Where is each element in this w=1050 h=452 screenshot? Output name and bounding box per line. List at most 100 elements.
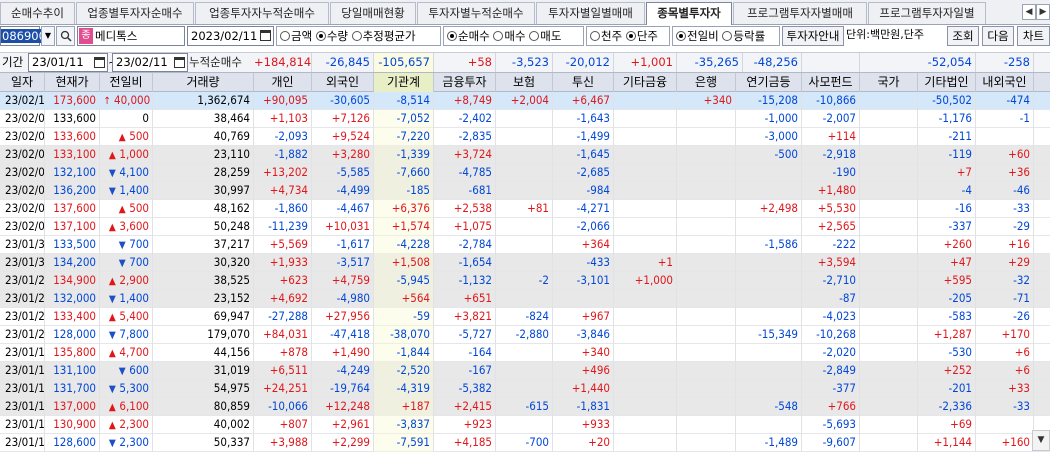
period-from-input[interactable]: 23/01/11 bbox=[28, 53, 108, 72]
cell-other-corp: -205 bbox=[918, 290, 976, 308]
header-foreign[interactable]: 외국인 bbox=[312, 73, 374, 92]
cum-other-finance: +1,001 bbox=[614, 53, 677, 73]
header-other-corp[interactable]: 기타법인 bbox=[918, 73, 976, 92]
arrow-down-icon: ▼ bbox=[118, 240, 126, 251]
tab-daily-trading[interactable]: 당일매매현황 bbox=[330, 2, 416, 24]
header-volume[interactable]: 거래량 bbox=[153, 73, 254, 92]
tab-next-icon[interactable]: ▶ bbox=[1036, 4, 1050, 20]
chart-button[interactable]: 차트 bbox=[1017, 26, 1050, 46]
header-pension[interactable]: 연기금등 bbox=[736, 73, 802, 92]
tab-investor-cumulative[interactable]: 투자자별누적순매수 bbox=[417, 2, 535, 24]
table-row[interactable]: 23/01/18131,100▼60031,019+6,511-4,249-2,… bbox=[0, 362, 1050, 380]
radio-amount[interactable]: 금액 bbox=[280, 29, 312, 43]
table-row[interactable]: 23/01/13130,900▲2,30040,002+807+2,961-3,… bbox=[0, 416, 1050, 434]
unit-radio-group: 금액 수량 추정평균가 bbox=[276, 26, 441, 46]
cell-volume: 23,110 bbox=[153, 146, 254, 164]
cell-current-price: 173,600 bbox=[45, 92, 100, 110]
header-financial-investment[interactable]: 금융투자 bbox=[434, 73, 496, 92]
cell-date: 23/01/18 bbox=[0, 362, 45, 380]
table-row[interactable]: 23/02/02137,600▲50048,162-1,860-4,467+6,… bbox=[0, 200, 1050, 218]
period-to-input[interactable]: 23/02/11 bbox=[112, 53, 188, 72]
tab-industry-investor-net-buy[interactable]: 업종별투자자순매수 bbox=[76, 2, 194, 24]
tab-net-buy-trend[interactable]: 순매수추이 bbox=[0, 2, 75, 24]
cell-current-price: 137,100 bbox=[45, 218, 100, 236]
search-icon[interactable] bbox=[56, 26, 75, 46]
header-nation[interactable]: 국가 bbox=[860, 73, 918, 92]
investor-guide-button[interactable]: 투자자안내 bbox=[782, 26, 844, 46]
header-individual[interactable]: 개인 bbox=[254, 73, 312, 92]
header-date[interactable]: 일자 bbox=[0, 73, 45, 92]
tab-program-investor-daily[interactable]: 프로그램투자자일별 bbox=[868, 2, 986, 24]
tab-stock-investor[interactable]: 종목별투자자 bbox=[646, 2, 732, 25]
radio-single-shares[interactable]: 단주 bbox=[625, 29, 658, 43]
radio-avg-price[interactable]: 추정평균가 bbox=[351, 29, 416, 43]
table-row[interactable]: 23/02/09133,600 0 38,464+1,103+7,126-7,052… bbox=[0, 110, 1050, 128]
cell-other-corp: +1,287 bbox=[918, 326, 976, 344]
tab-investor-daily[interactable]: 투자자별일별매매 bbox=[536, 2, 645, 24]
header-private-fund[interactable]: 사모펀드 bbox=[802, 73, 860, 92]
stock-code-input[interactable]: 086900 bbox=[0, 26, 47, 46]
radio-prev-diff[interactable]: 전일비 bbox=[676, 29, 719, 43]
cell-nation bbox=[860, 434, 918, 452]
table-row[interactable]: 23/01/20128,000▼7,800179,070+84,031-47,4… bbox=[0, 326, 1050, 344]
tab-prev-icon[interactable]: ◀ bbox=[1022, 4, 1036, 20]
tab-program-investor-trading[interactable]: 프로그램투자자별매매 bbox=[733, 2, 867, 24]
table-row[interactable]: 23/02/01137,100▲3,60050,248-11,239+10,03… bbox=[0, 218, 1050, 236]
calendar-icon[interactable] bbox=[174, 57, 185, 68]
radio-thousand-shares[interactable]: 천주 bbox=[590, 29, 622, 43]
radio-quantity[interactable]: 수량 bbox=[315, 29, 348, 43]
search-button[interactable]: 조회 bbox=[947, 26, 979, 46]
cell-other-corp: +595 bbox=[918, 272, 976, 290]
table-row[interactable]: 23/02/10173,600↑40,0001,362,674+90,095-3… bbox=[0, 92, 1050, 110]
table-row[interactable]: 23/01/16137,000▲6,10080,859-10,066+12,24… bbox=[0, 398, 1050, 416]
change-value: 0 bbox=[142, 111, 149, 125]
cell-private-fund: -2,849 bbox=[802, 362, 860, 380]
cell-bank: +340 bbox=[677, 92, 736, 110]
radio-net-buy[interactable]: 순매수 bbox=[447, 29, 490, 43]
arrow-up-icon: ▲ bbox=[108, 150, 116, 161]
scroll-down-icon[interactable]: ▼ bbox=[1032, 430, 1050, 451]
table-row[interactable]: 23/02/06132,100▼4,10028,259+13,202-5,585… bbox=[0, 164, 1050, 182]
cell-current-price: 130,900 bbox=[45, 416, 100, 434]
table-row[interactable]: 23/01/31133,500▼70037,217+5,569-1,617-4,… bbox=[0, 236, 1050, 254]
table-row[interactable]: 23/02/03136,200▼1,40030,997+4,734-4,499-… bbox=[0, 182, 1050, 200]
header-current-price[interactable]: 현재가 bbox=[45, 73, 100, 92]
cell-financial-investment: +3,821 bbox=[434, 308, 496, 326]
radio-sell[interactable]: 매도 bbox=[529, 29, 561, 43]
next-button[interactable]: 다음 bbox=[982, 26, 1014, 46]
table-row[interactable]: 23/02/08133,600▲50040,769-2,093+9,524-7,… bbox=[0, 128, 1050, 146]
cell-bank bbox=[677, 182, 736, 200]
stock-name-field[interactable]: 종 메디톡스 bbox=[77, 26, 185, 46]
radio-buy[interactable]: 매수 bbox=[493, 29, 526, 43]
table-row[interactable]: 23/01/26132,000▼1,40023,152+4,692-4,980+… bbox=[0, 290, 1050, 308]
cell-prev-diff: ▲ 1,000 bbox=[100, 146, 153, 164]
date-input[interactable]: 2023/02/11 bbox=[187, 26, 274, 46]
table-row[interactable]: 23/01/27134,900▲2,90038,525+623+4,759-5,… bbox=[0, 272, 1050, 290]
calendar-icon[interactable] bbox=[94, 57, 105, 68]
table-row[interactable]: 23/01/12128,600▼2,30050,337+3,988+2,299-… bbox=[0, 434, 1050, 452]
header-investment-trust[interactable]: 투신 bbox=[553, 73, 614, 92]
header-other-finance[interactable]: 기타금융 bbox=[614, 73, 677, 92]
header-prev-diff[interactable]: 전일비 bbox=[100, 73, 153, 92]
header-institution[interactable]: 기관계 bbox=[374, 73, 434, 92]
table-row[interactable]: 23/01/25133,400▲5,40069,947-27,288+27,95… bbox=[0, 308, 1050, 326]
code-dropdown-icon[interactable]: ▼ bbox=[41, 26, 55, 46]
tab-industry-investor-cumulative[interactable]: 업종투자자누적순매수 bbox=[195, 2, 329, 24]
cell-nation bbox=[860, 398, 918, 416]
table-row[interactable]: 23/01/17131,700▼5,30054,975+24,251-19,76… bbox=[0, 380, 1050, 398]
table-row[interactable]: 23/02/07133,100▲1,00023,110-1,882+3,280-… bbox=[0, 146, 1050, 164]
cell-other-finance bbox=[614, 146, 677, 164]
cell-nation bbox=[860, 110, 918, 128]
header-bank[interactable]: 은행 bbox=[677, 73, 736, 92]
calendar-icon[interactable] bbox=[260, 30, 271, 41]
header-insurance[interactable]: 보험 bbox=[496, 73, 553, 92]
cell-bank bbox=[677, 434, 736, 452]
cell-nation bbox=[860, 182, 918, 200]
table-row[interactable]: 23/01/30134,200▼70030,320+1,933-3,517+1,… bbox=[0, 254, 1050, 272]
radio-change-rate[interactable]: 등락률 bbox=[722, 29, 765, 43]
cell-individual: -1,860 bbox=[254, 200, 312, 218]
header-domestic-foreign[interactable]: 내외국인 bbox=[976, 73, 1034, 92]
cell-nation bbox=[860, 344, 918, 362]
cell-domestic-foreign: -26 bbox=[976, 308, 1034, 326]
table-row[interactable]: 23/01/19135,800▲4,70044,156+878+1,490-1,… bbox=[0, 344, 1050, 362]
